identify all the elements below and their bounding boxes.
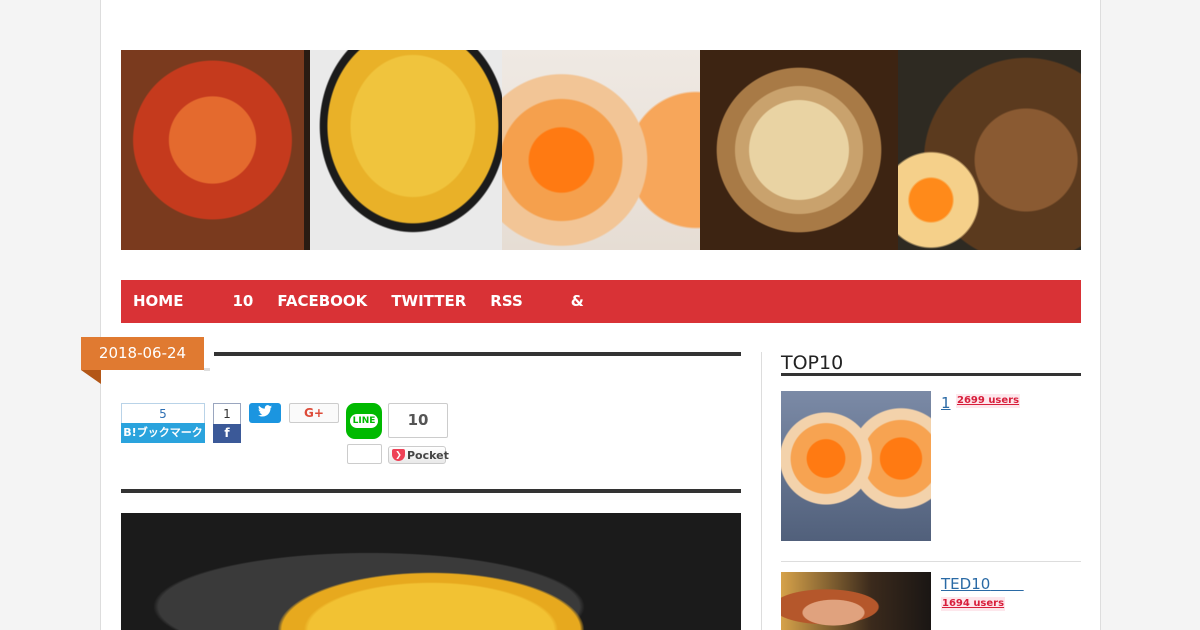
sidebar-title-rule [781,373,1081,376]
post-hero-image-fried-rice[interactable] [121,513,741,630]
pocket-label: Pocket [407,449,449,462]
hatena-count: 5 [121,403,205,423]
header-banner[interactable] [121,50,1081,250]
sidebar-title: TOP10 [781,352,844,374]
nav-item-ampersand[interactable]: & [571,280,584,323]
facebook-icon: f [213,424,241,443]
share-section-rule [121,489,741,493]
ranking-title-1[interactable]: 1 [941,393,951,413]
banner-image-shrimp-pasta [121,50,304,250]
ranking-thumbnail-2[interactable] [781,572,931,630]
banner-image-chashu-ramen-egg [898,50,1081,250]
nav-item-home[interactable]: HOME [133,280,183,323]
line-count-box [347,444,382,464]
pocket-count: 10 [388,403,448,438]
hatena-bookmark-button[interactable]: 5 B!ブックマーク [121,403,205,443]
pocket-icon: ❯ [392,449,405,461]
google-plus-share-button[interactable]: G+ [289,403,339,423]
nav-item-top10[interactable]: 10 [232,280,253,323]
date-badge-fold [81,370,101,384]
ranking-users-1[interactable]: 2699 users [956,394,1021,408]
ranking-separator [781,561,1081,562]
twitter-bird-icon [258,405,272,417]
line-label: LINE [349,414,379,428]
sidebar-divider [761,352,762,630]
facebook-share-button[interactable]: 1 f [213,403,241,443]
ranking-title-2[interactable]: TED10 [941,574,1024,594]
twitter-share-button[interactable] [249,403,281,423]
ranking-title-2-text: TED10 [941,575,991,593]
facebook-count: 1 [213,403,241,424]
pocket-save-button[interactable]: ❯ Pocket [388,446,449,464]
nav-item-twitter[interactable]: TWITTER [391,280,466,323]
nav-item-facebook[interactable]: FACEBOOK [277,280,367,323]
nav-item-rss[interactable]: RSS [490,280,522,323]
hatena-label: B!ブックマーク [121,423,205,443]
page-container: HOME 10 FACEBOOK TWITTER RSS & 2018-06-2… [81,0,1101,630]
date-badge-underline [204,368,210,371]
line-share-button[interactable]: LINE [346,403,382,439]
main-nav: HOME 10 FACEBOOK TWITTER RSS & [121,280,1081,323]
ranking-thumbnail-1[interactable] [781,391,931,541]
banner-image-soft-boiled-egg [502,50,700,250]
banner-image-corn-soup [304,50,502,250]
post-date-badge: 2018-06-24 [81,337,204,370]
banner-image-pizza [700,50,898,250]
ranking-users-2[interactable]: 1694 users [941,597,1006,611]
post-title-rule [214,352,741,356]
